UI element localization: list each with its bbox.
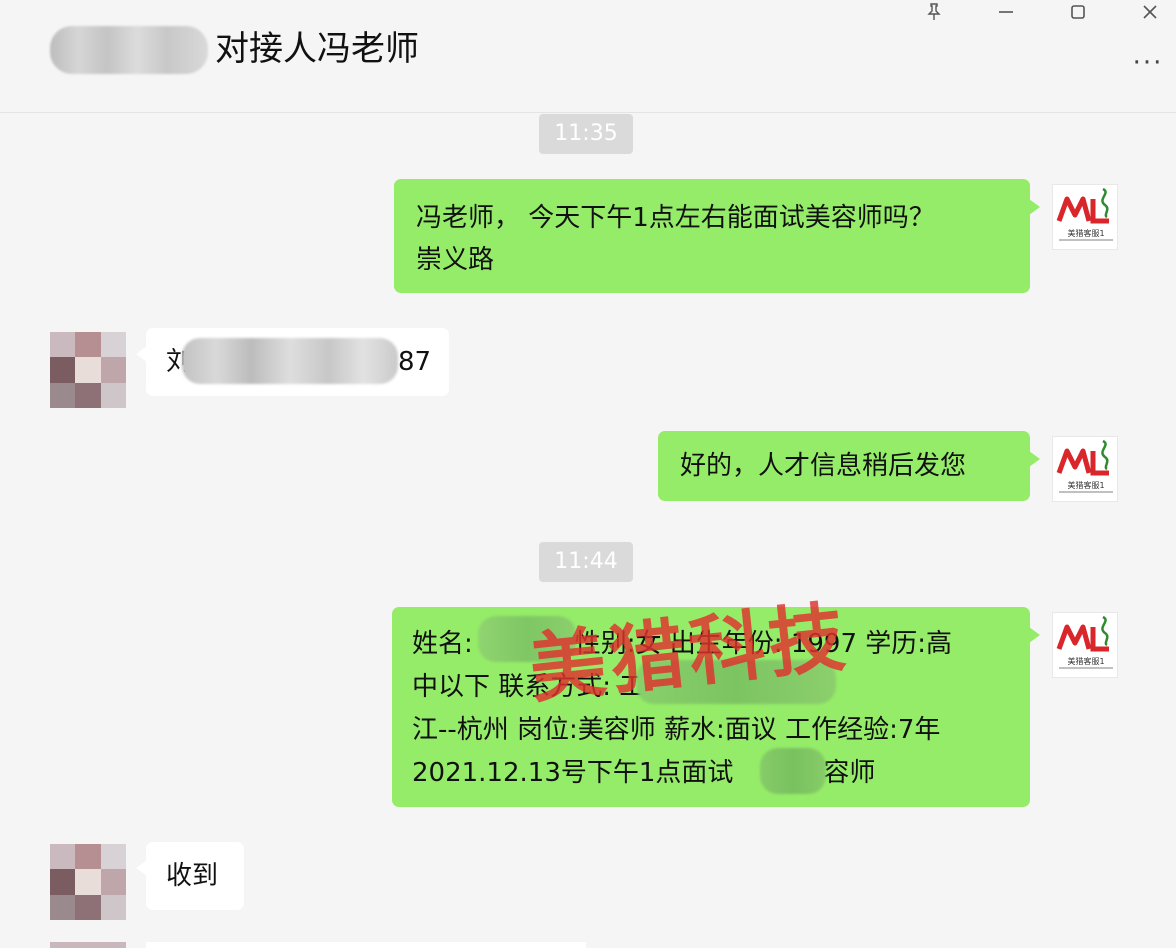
brand-text: 美猎客服1 [1067, 481, 1105, 490]
blurred-contact-name [50, 26, 208, 74]
message-text: 姓名: [412, 629, 473, 659]
brand-text: 美猎客服1 [1067, 657, 1105, 666]
self-avatar[interactable]: 美猎客服1 [1052, 184, 1118, 250]
redacted-phone-number [182, 338, 398, 384]
brand-subtext [1059, 491, 1113, 493]
brand-logo-icon [1056, 615, 1109, 652]
next-message-preview [0, 940, 1176, 948]
brand-logo-icon [1056, 187, 1109, 224]
redacted-company [760, 748, 826, 794]
brand-logo-icon [1056, 439, 1109, 476]
contact-avatar[interactable] [50, 844, 126, 920]
received-message[interactable]: 收到 [136, 842, 244, 910]
sent-message[interactable]: 好的，人才信息稍后发您 [658, 431, 1040, 501]
message-text-line: 2021.12.13号下午1点面试 美容师 [412, 752, 1010, 795]
self-avatar[interactable]: 美猎客服1 [1052, 436, 1118, 502]
message-text: 崇义路 [416, 245, 495, 275]
message-text-suffix: 87 [398, 347, 432, 377]
chat-title: 对接人冯老师 [215, 29, 419, 69]
pin-icon[interactable] [914, 0, 954, 24]
brand-text: 美猎客服1 [1067, 229, 1105, 238]
timestamp: 11:44 [539, 542, 633, 582]
message-text: 收到 [166, 861, 219, 891]
more-options-button[interactable]: ··· [1126, 50, 1170, 80]
timestamp: 11:35 [539, 114, 633, 154]
message-text: 冯老师， 今天下午1点左右能面试美容师吗？ [416, 203, 935, 233]
brand-subtext [1059, 667, 1113, 669]
self-avatar[interactable]: 美猎客服1 [1052, 612, 1118, 678]
sent-message[interactable]: 冯老师， 今天下午1点左右能面试美容师吗？ 崇义路 [394, 179, 1040, 293]
maximize-icon[interactable] [1058, 0, 1098, 24]
minimize-icon[interactable] [986, 0, 1026, 24]
chat-header: 对接人冯老师 ··· [0, 0, 1176, 113]
message-text: 好的，人才信息稍后发您 [680, 451, 967, 481]
message-text: 江--杭州 岗位:美容师 薪水:面议 工作经验:7年 [412, 715, 941, 745]
message-text: 2021.12.13号下午1点面试 [412, 758, 734, 788]
brand-subtext [1059, 239, 1113, 241]
contact-avatar[interactable] [50, 332, 126, 408]
close-icon[interactable] [1130, 0, 1170, 24]
